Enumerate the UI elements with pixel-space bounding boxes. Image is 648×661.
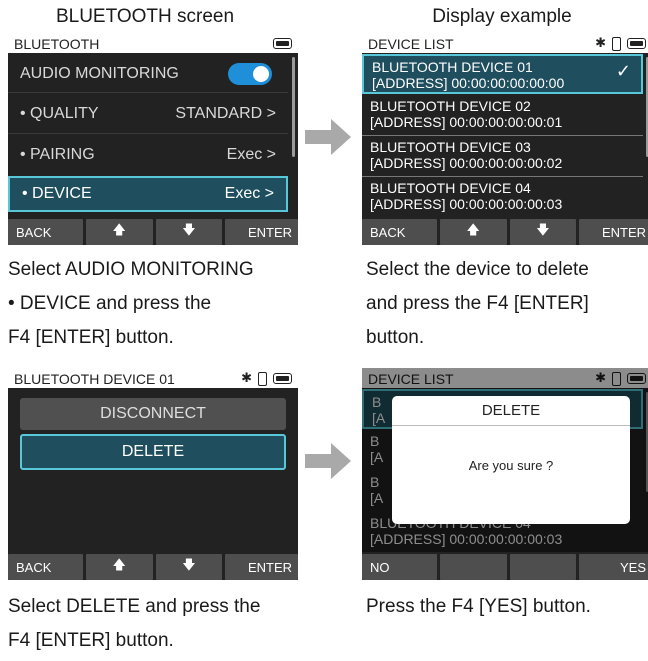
step2-caption: Select the device to delete and press th… xyxy=(366,253,589,355)
status-bar: DEVICE LIST ✱ xyxy=(362,33,648,53)
f2-up-button[interactable]: 🡅 xyxy=(439,219,507,245)
battery-icon xyxy=(273,373,292,384)
divider xyxy=(8,92,288,93)
menu-item-label: • QUALITY xyxy=(20,105,99,122)
caption-line: button. xyxy=(366,327,425,348)
f1-back-button[interactable]: BACK xyxy=(8,554,83,580)
caption-bluetooth-screen: BLUETOOTH screen xyxy=(55,6,235,27)
device-item-01[interactable]: BLUETOOTH DEVICE 01 [ADDRESS] 00:00:00:0… xyxy=(362,54,643,94)
caption-line: Press the F4 [YES] button. xyxy=(366,596,591,617)
device-name: BLUETOOTH DEVICE 04 xyxy=(370,180,531,196)
menu-item-pairing[interactable]: • PAIRING Exec > xyxy=(8,138,288,172)
disconnect-button[interactable]: DISCONNECT xyxy=(20,398,286,430)
device-name: BLUETOOTH DEVICE 01 xyxy=(372,59,533,75)
dialog-message: Are you sure ? xyxy=(468,458,554,473)
step4-caption: Press the F4 [YES] button. xyxy=(366,590,591,624)
menu-item-label: AUDIO MONITORING xyxy=(20,65,179,82)
f4-enter-button[interactable]: ENTER xyxy=(225,554,298,580)
menu-item-device[interactable]: • DEVICE Exec > xyxy=(8,176,288,212)
device-address: [ADDRESS] 00:00:00:00:00:02 xyxy=(370,155,563,171)
device-item-04[interactable]: BLUETOOTH DEVICE 04 [ADDRESS] 00:00:00:0… xyxy=(362,177,643,217)
device-name: BLUETOOTH DEVICE 03 xyxy=(370,139,531,155)
phone-icon xyxy=(612,36,621,51)
f2-up-button[interactable]: 🡅 xyxy=(85,219,153,245)
device-list-screen: DEVICE LIST ✱ BLUETOOTH DEVICE 01 [ADDRE… xyxy=(362,33,648,245)
device-item-02[interactable]: BLUETOOTH DEVICE 02 [ADDRESS] 00:00:00:0… xyxy=(362,95,643,135)
device-name: BLUETOOTH DEVICE 02 xyxy=(370,98,531,114)
caption-line: Select DELETE and press the xyxy=(8,596,261,617)
right-arrow-icon xyxy=(305,119,351,155)
f3-down-button[interactable]: 🡇 xyxy=(155,554,223,580)
delete-dialog: DELETE Are you sure ? xyxy=(392,396,630,524)
f2-up-button[interactable]: 🡅 xyxy=(85,554,153,580)
divider xyxy=(8,133,288,134)
scrollbar[interactable] xyxy=(292,57,295,157)
device-item-03[interactable]: BLUETOOTH DEVICE 03 [ADDRESS] 00:00:00:0… xyxy=(362,136,643,176)
function-key-bar: BACK 🡅 🡇 ENTER xyxy=(8,217,298,245)
f1-back-button[interactable]: BACK xyxy=(8,219,83,245)
f1-back-button[interactable]: BACK xyxy=(362,219,437,245)
screen-title: BLUETOOTH xyxy=(14,35,100,52)
menu-item-audio-monitoring[interactable]: AUDIO MONITORING xyxy=(8,57,288,91)
bluetooth-icon: ✱ xyxy=(241,371,252,386)
f4-enter-button[interactable]: ENTER xyxy=(579,219,648,245)
menu-item-value: Exec > xyxy=(226,146,276,163)
bluetooth-icon: ✱ xyxy=(595,36,606,51)
function-key-bar: NO YES xyxy=(362,552,648,580)
f1-no-button[interactable]: NO xyxy=(362,554,437,580)
f3-down-button[interactable]: 🡇 xyxy=(155,219,223,245)
caption-line: and press the F4 [ENTER] xyxy=(366,293,589,314)
status-bar: BLUETOOTH DEVICE 01 ✱ xyxy=(8,368,298,388)
dialog-title: DELETE xyxy=(392,396,630,426)
menu-item-quality[interactable]: • QUALITY STANDARD > xyxy=(8,97,288,131)
caption-line: Select AUDIO MONITORING xyxy=(8,259,254,280)
check-icon: ✓ xyxy=(615,61,631,82)
f3-down-button[interactable]: 🡇 xyxy=(509,219,577,245)
device-address: [ADDRESS] 00:00:00:00:00:00 xyxy=(372,75,565,91)
step3-caption: Select DELETE and press the F4 [ENTER] b… xyxy=(8,590,260,658)
delete-confirm-screen: DEVICE LIST ✱ B [A B [A B [A BLUETOOTH D… xyxy=(362,368,648,580)
audio-monitoring-toggle[interactable] xyxy=(228,63,272,85)
battery-icon xyxy=(627,38,646,49)
device-address: [ADDRESS] 00:00:00:00:00:03 xyxy=(370,196,563,212)
caption-display-example: Display example xyxy=(432,6,572,27)
f3-blank-button xyxy=(509,554,577,580)
screen-title: DEVICE LIST xyxy=(368,35,454,52)
menu-item-label: • PAIRING xyxy=(20,146,95,163)
status-bar: BLUETOOTH xyxy=(8,33,298,53)
caption-line: • DEVICE and press the xyxy=(8,293,212,314)
menu-item-label: • DEVICE xyxy=(22,185,92,202)
delete-button[interactable]: DELETE xyxy=(20,434,286,470)
f4-enter-button[interactable]: ENTER xyxy=(225,219,298,245)
screen-title: BLUETOOTH DEVICE 01 xyxy=(14,370,175,387)
menu-item-value: STANDARD > xyxy=(175,105,276,122)
battery-icon xyxy=(273,38,292,49)
device-detail-screen: BLUETOOTH DEVICE 01 ✱ DISCONNECT DELETE … xyxy=(8,368,298,580)
bluetooth-screen: BLUETOOTH AUDIO MONITORING • QUALITY STA… xyxy=(8,33,298,245)
phone-icon xyxy=(258,371,267,386)
function-key-bar: BACK 🡅 🡇 ENTER xyxy=(362,217,648,245)
menu-item-value: Exec > xyxy=(224,185,274,202)
function-key-bar: BACK 🡅 🡇 ENTER xyxy=(8,552,298,580)
f2-blank-button xyxy=(439,554,507,580)
caption-line: F4 [ENTER] button. xyxy=(8,327,174,348)
step1-caption: Select AUDIO MONITORING • DEVICE and pre… xyxy=(8,253,254,355)
caption-line: F4 [ENTER] button. xyxy=(8,630,174,651)
right-arrow-icon xyxy=(305,443,351,479)
f4-yes-button[interactable]: YES xyxy=(579,554,648,580)
caption-line: Select the device to delete xyxy=(366,259,589,280)
device-address: [ADDRESS] 00:00:00:00:00:01 xyxy=(370,114,563,130)
